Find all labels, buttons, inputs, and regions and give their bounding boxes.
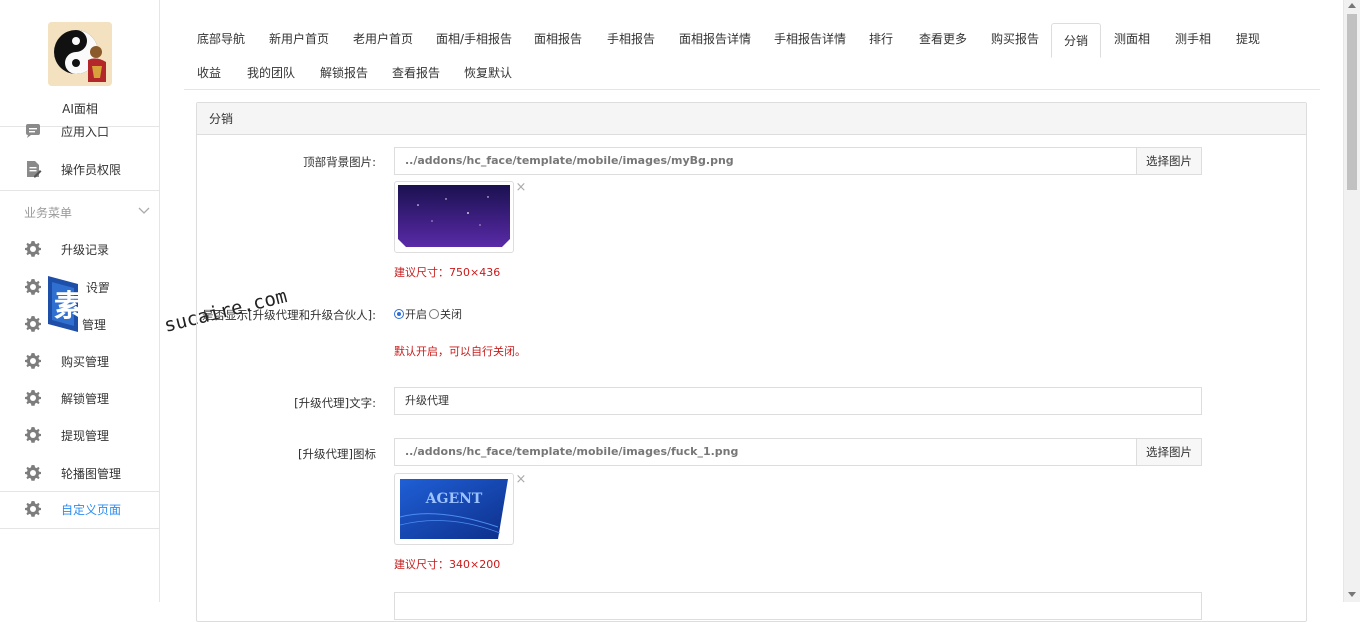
tab-palm-report-detail[interactable]: 手相报告详情: [762, 22, 858, 56]
agent-icon-path-input[interactable]: ../addons/hc_face/template/mobile/images…: [394, 438, 1137, 466]
sidebar-item-withdraw-management[interactable]: 提现管理: [0, 417, 160, 453]
tab-new-user-home[interactable]: 新用户首页: [257, 22, 341, 56]
tab-bar: 底部导航 新用户首页 老用户首页 面相/手相报告 面相报告 手相报告 面相报告详…: [184, 22, 1320, 90]
radio-on-label: 开启: [405, 308, 427, 321]
radio-off-label: 关闭: [440, 308, 462, 321]
sidebar-item-app-entry[interactable]: 应用入口: [0, 113, 160, 149]
next-field-input[interactable]: [394, 592, 1202, 620]
sidebar-item-management[interactable]: 管理: [0, 306, 160, 342]
tab-face-report-detail[interactable]: 面相报告详情: [667, 22, 763, 56]
agent-text-input[interactable]: 升级代理: [394, 387, 1202, 415]
sidebar-item-upgrade-records[interactable]: 升级记录: [0, 231, 160, 267]
agent-icon-label: [升级代理]图标: [298, 447, 376, 461]
sidebar-item-label: 操作员权限: [61, 163, 122, 177]
tab-distribution[interactable]: 分销: [1051, 23, 1102, 58]
gear-icon: [25, 427, 41, 443]
agent-text-label: [升级代理]文字:: [294, 396, 376, 410]
sidebar-item-settings[interactable]: 设置: [0, 269, 160, 305]
sidebar-item-label: 应用入口: [61, 125, 110, 139]
sidebar-item-label: 升级记录: [61, 243, 110, 257]
tab-old-user-home[interactable]: 老用户首页: [341, 22, 425, 56]
gear-icon: [25, 353, 41, 369]
bg-image-remove-icon[interactable]: ×: [515, 181, 527, 194]
agent-icon-size-hint: 建议尺寸：340×200: [394, 558, 501, 571]
gear-icon: [25, 390, 41, 406]
radio-on[interactable]: [394, 309, 404, 319]
sidebar-item-operator-permission[interactable]: 操作员权限: [0, 151, 160, 187]
starry-background-image: [398, 185, 510, 247]
document-edit-icon: [27, 161, 42, 178]
tab-my-team[interactable]: 我的团队: [235, 56, 307, 90]
bg-image-path-input[interactable]: ../addons/hc_face/template/mobile/images…: [394, 147, 1137, 175]
radio-off[interactable]: [429, 309, 439, 319]
bg-image-select-button[interactable]: 选择图片: [1136, 147, 1202, 175]
sidebar-item-purchase-management[interactable]: 购买管理: [0, 343, 160, 379]
tab-restore-default[interactable]: 恢复默认: [452, 56, 524, 90]
chevron-down-icon: [138, 207, 150, 214]
show-toggle-hint: 默认开启，可以自行关闭。: [394, 345, 526, 358]
tab-ranking[interactable]: 排行: [857, 22, 905, 56]
panel-title: 分销: [197, 103, 1306, 135]
tab-withdraw[interactable]: 提现: [1224, 22, 1272, 56]
tab-face-report[interactable]: 面相报告: [522, 22, 594, 56]
tab-test-face[interactable]: 测面相: [1102, 22, 1162, 56]
tab-income[interactable]: 收益: [185, 56, 233, 90]
sidebar-item-unlock-management[interactable]: 解锁管理: [0, 380, 160, 416]
sidebar-group-label: 业务菜单: [24, 206, 73, 220]
scroll-down-arrow-icon[interactable]: [1348, 592, 1356, 597]
sidebar-item-label: 解锁管理: [61, 392, 110, 406]
tab-bottom-nav[interactable]: 底部导航: [185, 22, 257, 56]
chat-bubble-icon: [26, 124, 40, 138]
gear-icon: [25, 465, 41, 481]
bg-image-thumbnail: [394, 181, 514, 253]
tab-palm-report[interactable]: 手相报告: [595, 22, 667, 56]
gear-icon: [25, 316, 41, 332]
agent-icon-thumbnail: AGENT: [394, 473, 514, 545]
show-toggle-label: 是否显示[升级代理和升级合伙人]:: [202, 308, 376, 322]
distribution-panel: 分销: [196, 102, 1307, 622]
tab-face-palm-report[interactable]: 面相/手相报告: [424, 22, 524, 56]
gear-icon: [25, 279, 41, 295]
gear-icon: [25, 501, 41, 517]
sidebar: AI面相 应用入口 操作员权限 业务菜单 升级记录 设置 管理 购买管理 解锁管…: [0, 0, 160, 602]
tab-view-report[interactable]: 查看报告: [380, 56, 452, 90]
sidebar-item-label: 提现管理: [61, 429, 110, 443]
agent-banner-image: AGENT: [399, 479, 508, 539]
show-toggle-radio-group: 开启 关闭: [394, 306, 462, 322]
sidebar-item-carousel-management[interactable]: 轮播图管理: [0, 455, 160, 491]
gear-icon: [25, 241, 41, 257]
agent-icon-select-button[interactable]: 选择图片: [1136, 438, 1202, 466]
yin-yang-logo-icon: [48, 22, 112, 86]
sidebar-group-business-menu[interactable]: 业务菜单: [0, 198, 160, 224]
sidebar-item-label: 轮播图管理: [61, 467, 122, 481]
app-logo: [48, 22, 112, 86]
sidebar-item-label: 自定义页面: [61, 503, 122, 517]
agent-banner-text: AGENT: [425, 491, 483, 507]
page-scrollbar[interactable]: [1343, 0, 1360, 602]
bg-image-label: 顶部背景图片:: [303, 155, 376, 169]
sidebar-item-label: 购买管理: [61, 355, 110, 369]
agent-icon-remove-icon[interactable]: ×: [515, 473, 527, 486]
sidebar-item-label: 管理: [82, 318, 107, 332]
tab-buy-report[interactable]: 购买报告: [979, 22, 1051, 56]
tab-view-more[interactable]: 查看更多: [907, 22, 979, 56]
scrollbar-thumb[interactable]: [1347, 14, 1357, 190]
tab-test-palm[interactable]: 测手相: [1163, 22, 1223, 56]
sidebar-item-label: 设置: [86, 281, 111, 295]
scroll-up-arrow-icon[interactable]: [1348, 3, 1356, 8]
sidebar-divider: [0, 528, 160, 529]
sidebar-divider: [0, 190, 160, 191]
tab-unlock-report[interactable]: 解锁报告: [308, 56, 380, 90]
bg-image-size-hint: 建议尺寸：750×436: [394, 266, 501, 279]
sidebar-item-custom-page[interactable]: 自定义页面: [0, 491, 160, 527]
